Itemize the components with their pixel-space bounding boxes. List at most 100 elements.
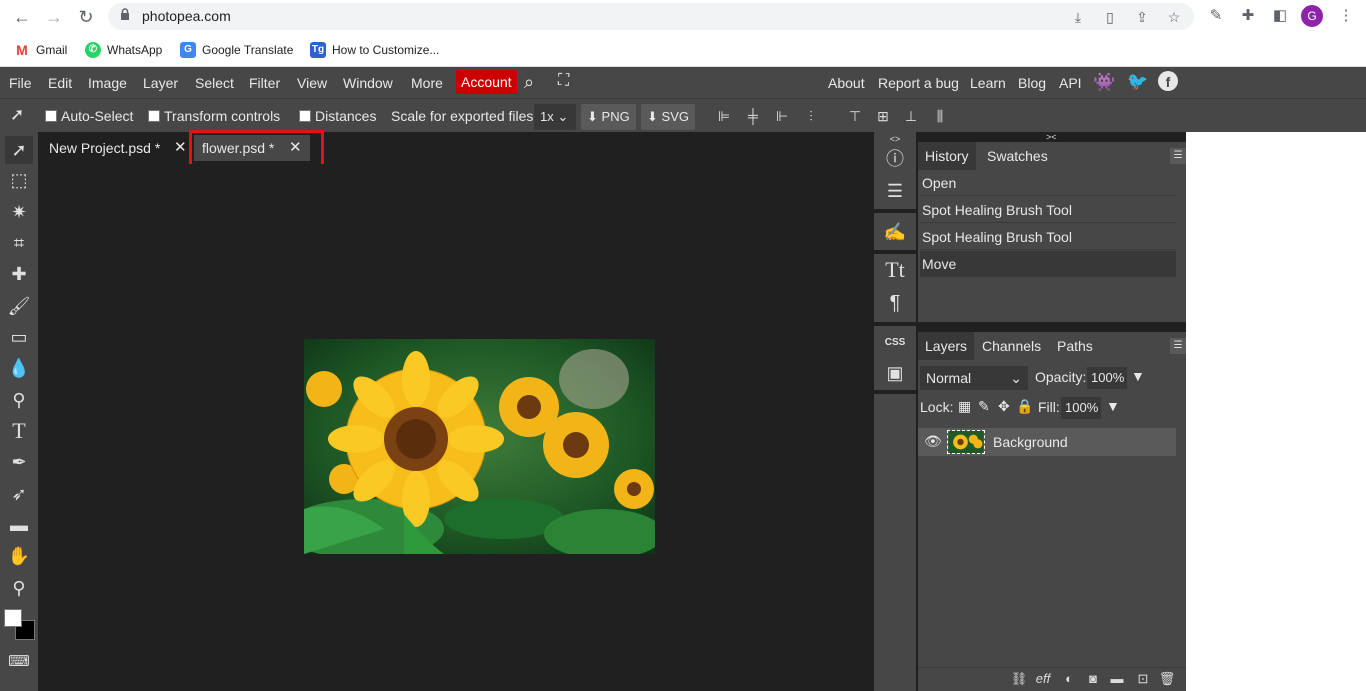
- bookmark-google-translate[interactable]: G Google Translate: [180, 41, 293, 59]
- marquee-tool-icon[interactable]: ⬚: [5, 166, 33, 194]
- fill-dropdown-icon[interactable]: ▼: [1106, 398, 1120, 414]
- paragraph-icon[interactable]: ¶: [882, 290, 908, 316]
- history-item[interactable]: Open: [920, 170, 1176, 196]
- pen-tool-icon[interactable]: ✒: [5, 448, 33, 476]
- install-app-icon[interactable]: ⤓: [1070, 9, 1086, 25]
- tab-new-project[interactable]: New Project.psd * ✕: [41, 135, 189, 161]
- canvas-area[interactable]: [38, 164, 874, 691]
- tab-swatches[interactable]: Swatches: [980, 142, 1055, 170]
- css-icon[interactable]: CSS: [882, 330, 908, 356]
- link-blog[interactable]: Blog: [1018, 75, 1046, 91]
- effects-icon[interactable]: eff: [1034, 670, 1052, 688]
- bookmark-whatsapp[interactable]: ✆ WhatsApp: [85, 41, 162, 59]
- reddit-icon[interactable]: 👾: [1093, 72, 1115, 93]
- magic-wand-tool-icon[interactable]: ✷: [5, 198, 33, 226]
- link-layers-icon[interactable]: ⛓: [1010, 670, 1028, 688]
- align-right-icon[interactable]: ⊩: [772, 106, 792, 126]
- bookmark-star-icon[interactable]: ☆: [1166, 9, 1182, 25]
- link-api[interactable]: API: [1059, 75, 1082, 91]
- lock-move-icon[interactable]: ✥: [998, 398, 1010, 415]
- bookmark-gmail[interactable]: M Gmail: [14, 41, 67, 59]
- distances-checkbox[interactable]: [299, 110, 311, 122]
- side-panel-icon[interactable]: ◧: [1270, 6, 1290, 26]
- bookmark-how-to-customize[interactable]: Tg How to Customize...: [310, 41, 439, 59]
- sunflower-image[interactable]: [304, 339, 655, 554]
- menu-layer[interactable]: Layer: [143, 75, 178, 91]
- browser-menu-icon[interactable]: ⋮: [1336, 6, 1356, 26]
- history-item[interactable]: Spot Healing Brush Tool: [920, 197, 1176, 223]
- link-learn[interactable]: Learn: [970, 75, 1006, 91]
- align-top-icon[interactable]: ⊤: [845, 106, 865, 126]
- twitter-icon[interactable]: 🐦: [1127, 72, 1148, 92]
- blend-mode-select[interactable]: Normal ⌄: [920, 366, 1028, 390]
- move-tool-icon[interactable]: ➚: [5, 136, 33, 164]
- opacity-input[interactable]: 100%: [1087, 367, 1127, 389]
- rectangle-tool-icon[interactable]: ▬: [5, 511, 33, 539]
- keyboard-icon[interactable]: ⌨: [5, 648, 33, 676]
- lock-all-icon[interactable]: 🔒: [1016, 398, 1033, 415]
- menu-select[interactable]: Select: [195, 75, 234, 91]
- trash-icon[interactable]: 🗑: [1158, 670, 1176, 688]
- align-middle-icon[interactable]: ⊞: [873, 106, 893, 126]
- fill-input[interactable]: 100%: [1061, 397, 1101, 419]
- lock-paint-icon[interactable]: ✎: [978, 398, 990, 415]
- distribute-v-icon[interactable]: ⫼: [929, 106, 951, 126]
- tab-channels[interactable]: Channels: [975, 332, 1048, 360]
- extensions-puzzle-icon[interactable]: ✚: [1238, 6, 1258, 26]
- auto-select-checkbox[interactable]: [45, 110, 57, 122]
- menu-window[interactable]: Window: [343, 75, 393, 91]
- zoom-tool-icon[interactable]: ⚲: [5, 574, 33, 602]
- move-tool-options-icon[interactable]: ➚: [10, 105, 24, 125]
- tab-history[interactable]: History: [918, 142, 976, 170]
- adjustment-layer-icon[interactable]: ◐: [1060, 670, 1078, 688]
- page-icon[interactable]: ▯: [1102, 9, 1118, 25]
- layer-name[interactable]: Background: [993, 434, 1068, 450]
- search-icon[interactable]: ⌕: [524, 72, 534, 93]
- menu-edit[interactable]: Edit: [48, 75, 72, 91]
- dodge-tool-icon[interactable]: ⚲: [5, 386, 33, 414]
- facebook-icon[interactable]: f: [1158, 71, 1178, 91]
- share-icon[interactable]: ⇪: [1134, 9, 1150, 25]
- healing-brush-tool-icon[interactable]: ✚: [5, 260, 33, 288]
- transform-controls-checkbox[interactable]: [148, 110, 160, 122]
- new-layer-icon[interactable]: ⊡: [1134, 670, 1152, 688]
- character-icon[interactable]: Tt: [882, 257, 908, 283]
- gradient-tool-icon[interactable]: ▭: [5, 323, 33, 351]
- hand-tool-icon[interactable]: ✋: [5, 542, 33, 570]
- panel-menu-icon[interactable]: ☰: [1170, 338, 1186, 354]
- account-button[interactable]: Account: [456, 70, 517, 94]
- path-selection-tool-icon[interactable]: ➶: [5, 480, 33, 508]
- export-svg-button[interactable]: ⬇ SVG: [641, 104, 695, 130]
- visibility-eye-icon[interactable]: 👁: [924, 433, 942, 450]
- collapse-arrows-icon[interactable]: <>: [882, 134, 908, 144]
- reload-icon[interactable]: ↻: [74, 5, 98, 29]
- blur-tool-icon[interactable]: 💧: [5, 354, 33, 382]
- menu-view[interactable]: View: [297, 75, 327, 91]
- adjustments-icon[interactable]: ☰: [882, 178, 908, 204]
- menu-image[interactable]: Image: [88, 75, 127, 91]
- history-item[interactable]: Spot Healing Brush Tool: [920, 224, 1176, 250]
- align-bottom-icon[interactable]: ⊥: [901, 106, 921, 126]
- distribute-h-icon[interactable]: ⫶: [801, 106, 821, 126]
- menu-more[interactable]: More: [411, 75, 443, 91]
- link-report-bug[interactable]: Report a bug: [878, 75, 959, 91]
- back-icon[interactable]: ←: [10, 5, 34, 29]
- eyedropper-extension-icon[interactable]: ✎: [1206, 6, 1226, 26]
- align-left-icon[interactable]: ⊫: [714, 106, 734, 126]
- layer-row[interactable]: 👁 Background: [918, 428, 1176, 456]
- close-icon[interactable]: ✕: [174, 135, 187, 161]
- info-icon[interactable]: ⓘ: [882, 146, 908, 172]
- menu-filter[interactable]: Filter: [249, 75, 280, 91]
- menu-file[interactable]: File: [9, 75, 32, 91]
- history-item[interactable]: Move: [920, 251, 1176, 277]
- lock-transparency-icon[interactable]: ▦: [958, 398, 971, 415]
- foreground-color-swatch[interactable]: [4, 609, 22, 627]
- scale-select[interactable]: 1x ⌄: [534, 104, 576, 130]
- opacity-dropdown-icon[interactable]: ▼: [1131, 368, 1145, 384]
- address-bar[interactable]: photopea.com ⤓ ▯ ⇪ ☆: [108, 3, 1194, 30]
- tab-layers[interactable]: Layers: [918, 332, 975, 360]
- align-center-h-icon[interactable]: ╪: [743, 106, 763, 126]
- layer-mask-icon[interactable]: ◙: [1084, 670, 1102, 688]
- export-png-button[interactable]: ⬇ PNG: [581, 104, 636, 130]
- collapse-arrows-icon[interactable]: ><: [1046, 132, 1066, 142]
